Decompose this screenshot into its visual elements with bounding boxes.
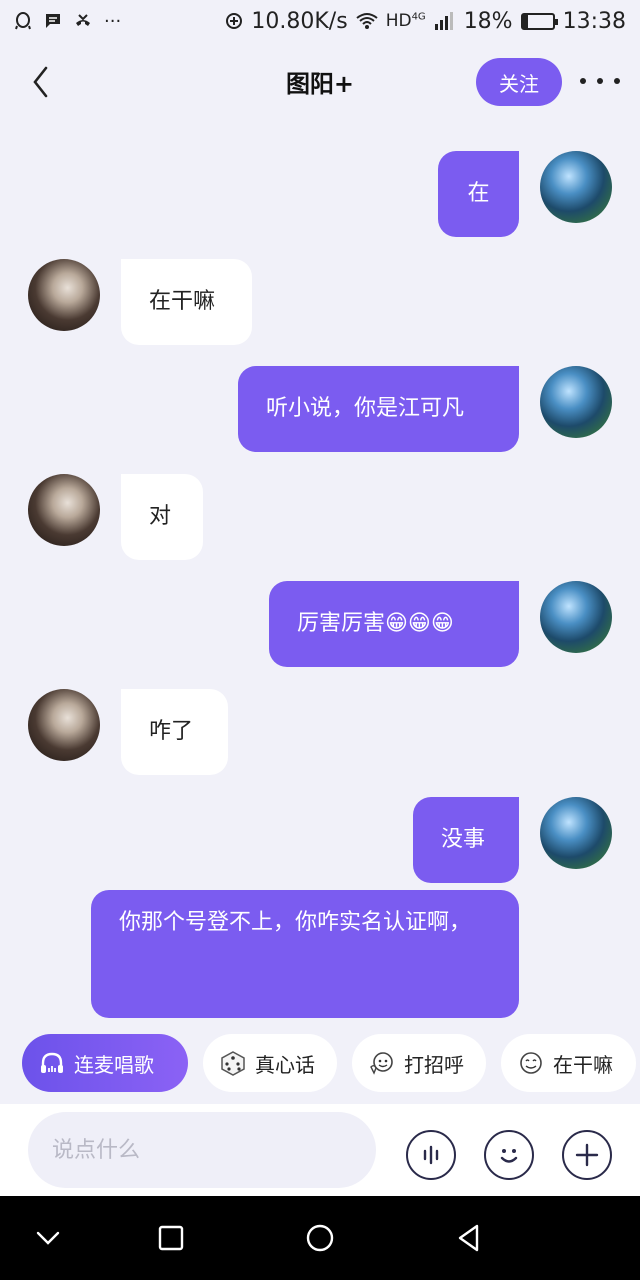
back-nav-icon[interactable] [451, 1220, 487, 1256]
wave-face-icon [370, 1052, 393, 1075]
contact-avatar[interactable] [28, 474, 100, 546]
network-type: HD4G [386, 11, 426, 31]
battery-fill [522, 14, 528, 28]
chip-label: 在干嘛 [553, 1052, 613, 1077]
more-options-button[interactable] [580, 66, 620, 96]
status-right: 10.80K/s HD4G 18% 13:38 [225, 9, 626, 34]
missed-call-icon [76, 14, 90, 26]
message-bubble[interactable]: 你那个号登不上，你咋实名认证啊， [91, 890, 519, 1018]
collapse-icon[interactable] [30, 1220, 66, 1256]
my-avatar[interactable] [540, 151, 612, 223]
chip-label: 连麦唱歌 [74, 1052, 154, 1077]
status-bar: ··· 10.80K/s HD4G 18% 13:38 [0, 0, 640, 42]
network-gen-label: 4G [411, 11, 426, 23]
dot [597, 78, 603, 84]
message-bubble[interactable]: 在干嘛 [121, 259, 252, 345]
quick-action-whatsup[interactable]: 在干嘛 [501, 1034, 636, 1092]
back-button[interactable] [26, 62, 56, 102]
system-navigation-bar [0, 1196, 640, 1280]
message-bubble[interactable]: 在 [438, 151, 519, 237]
dot [580, 78, 586, 84]
chip-label: 真心话 [255, 1052, 315, 1077]
data-saver-icon [226, 13, 243, 29]
my-avatar[interactable] [540, 366, 612, 438]
message-bubble[interactable]: 听小说，你是江可凡 [238, 366, 519, 452]
voice-wave-icon [423, 1145, 439, 1165]
message-bubble[interactable]: 咋了 [121, 689, 228, 775]
smile-icon [500, 1149, 518, 1163]
home-icon[interactable] [302, 1220, 338, 1256]
hd-label: HD [385, 11, 412, 31]
message-bubble[interactable]: 厉害厉害😁😁😁 [269, 581, 519, 667]
quick-action-greet[interactable]: 打招呼 [352, 1034, 486, 1092]
quick-actions: 连麦唱歌 真心话 打招呼 在干嘛 [0, 1034, 640, 1094]
battery-icon [520, 12, 558, 30]
quick-action-sing[interactable]: 连麦唱歌 [22, 1034, 188, 1092]
message-icon [46, 14, 60, 28]
more-actions-button[interactable] [562, 1130, 612, 1180]
quick-action-truth[interactable]: 真心话 [203, 1034, 337, 1092]
voice-button[interactable] [406, 1130, 456, 1180]
battery-percent: 18% [463, 8, 513, 34]
chat-header: 图阳+ 关注 [0, 42, 640, 120]
network-speed: 10.80K/s [251, 8, 348, 34]
my-avatar[interactable] [540, 797, 612, 869]
contact-avatar[interactable] [28, 259, 100, 331]
more-notifications-icon: ··· [104, 10, 122, 32]
status-left: ··· [14, 11, 121, 32]
signal-icon [434, 12, 453, 30]
dice-icon [221, 1051, 245, 1076]
message-input[interactable] [28, 1112, 376, 1188]
dot [614, 78, 620, 84]
wifi-icon [356, 13, 378, 29]
contact-avatar[interactable] [28, 689, 100, 761]
smile-face-icon [520, 1052, 542, 1074]
message-bubble[interactable]: 对 [121, 474, 203, 560]
message-bubble[interactable]: 没事 [413, 797, 519, 883]
follow-button[interactable]: 关注 [476, 58, 562, 106]
emoji-button[interactable] [484, 1130, 534, 1180]
chip-label: 打招呼 [404, 1052, 464, 1077]
qq-icon [15, 12, 31, 30]
headphones-icon [41, 1052, 63, 1073]
plus-icon [575, 1143, 599, 1167]
my-avatar[interactable] [540, 581, 612, 653]
input-bar [0, 1104, 640, 1196]
recents-icon[interactable] [153, 1220, 189, 1256]
clock: 13:38 [562, 8, 626, 34]
